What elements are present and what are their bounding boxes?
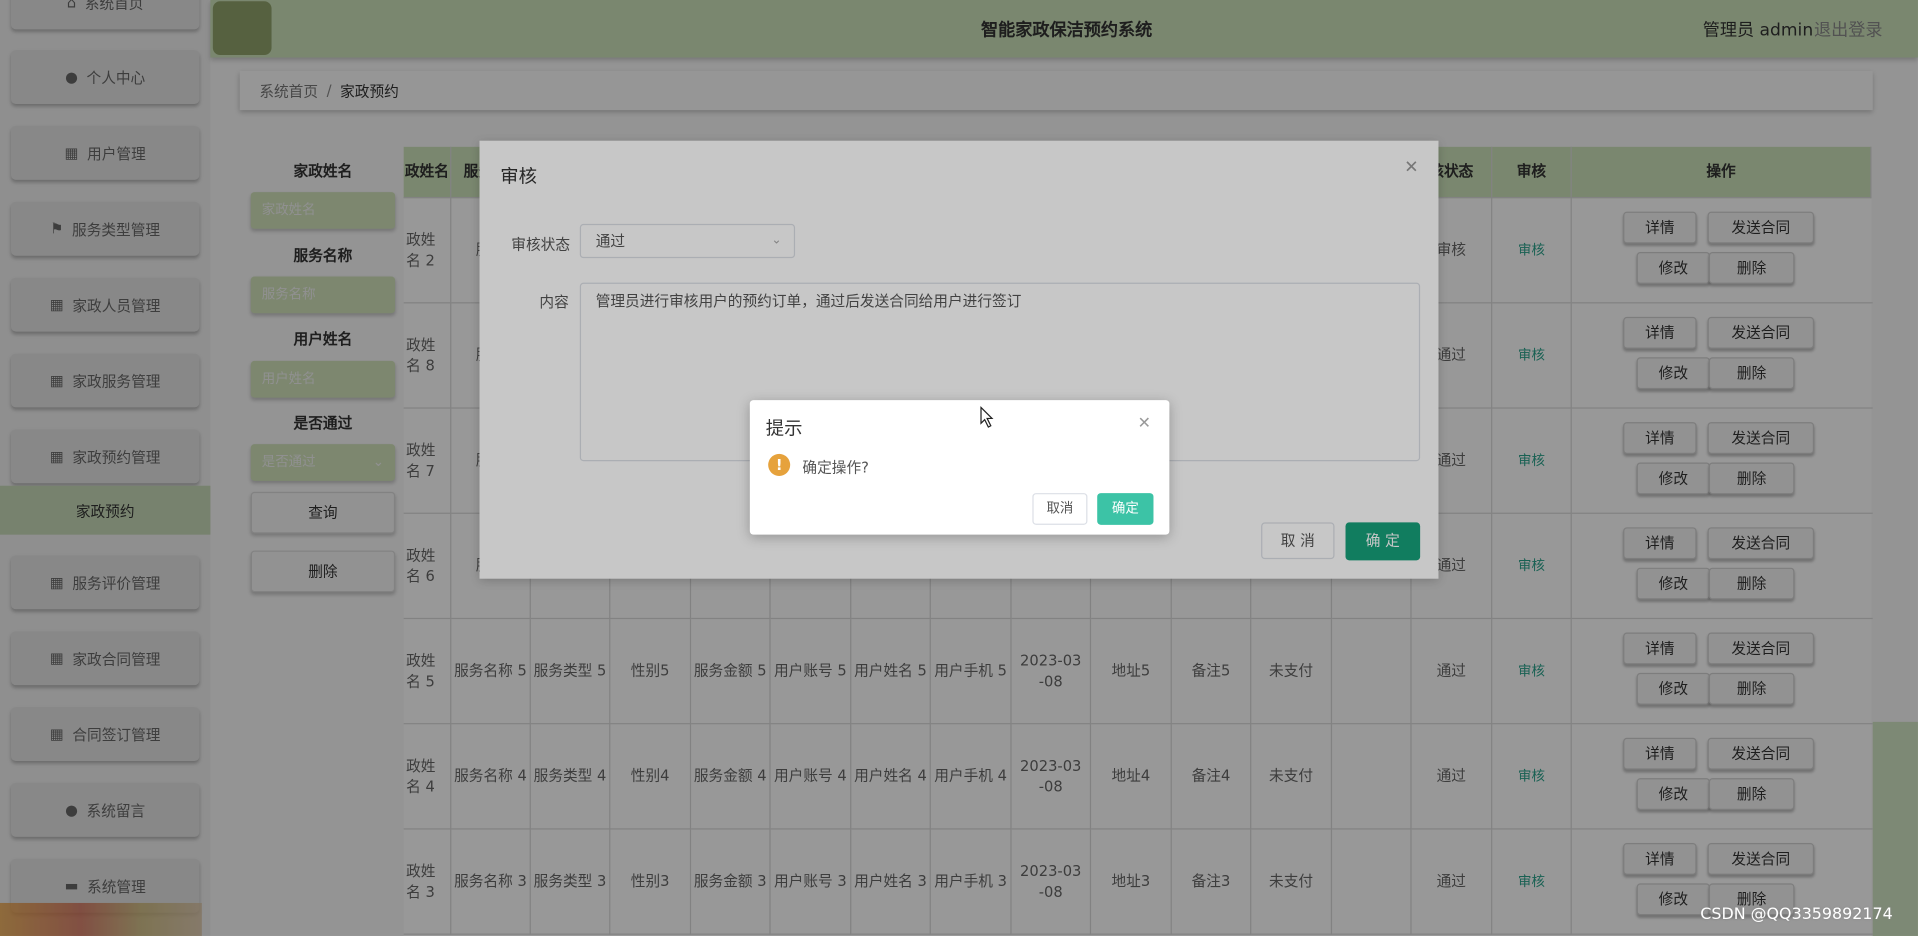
- messagebox-confirm-button[interactable]: 确定: [1097, 493, 1154, 525]
- messagebox-text: 确定操作?: [802, 458, 869, 476]
- mouse-cursor-icon: [980, 406, 994, 428]
- confirm-messagebox: 提示 ✕ ! 确定操作? 取消 确定: [749, 400, 1170, 535]
- messagebox-title: 提示: [765, 417, 803, 440]
- warning-icon: !: [768, 453, 791, 476]
- close-icon[interactable]: ✕: [1138, 415, 1151, 433]
- watermark: CSDN @QQ3359892174: [1700, 905, 1893, 924]
- messagebox-cancel-button[interactable]: 取消: [1032, 493, 1088, 525]
